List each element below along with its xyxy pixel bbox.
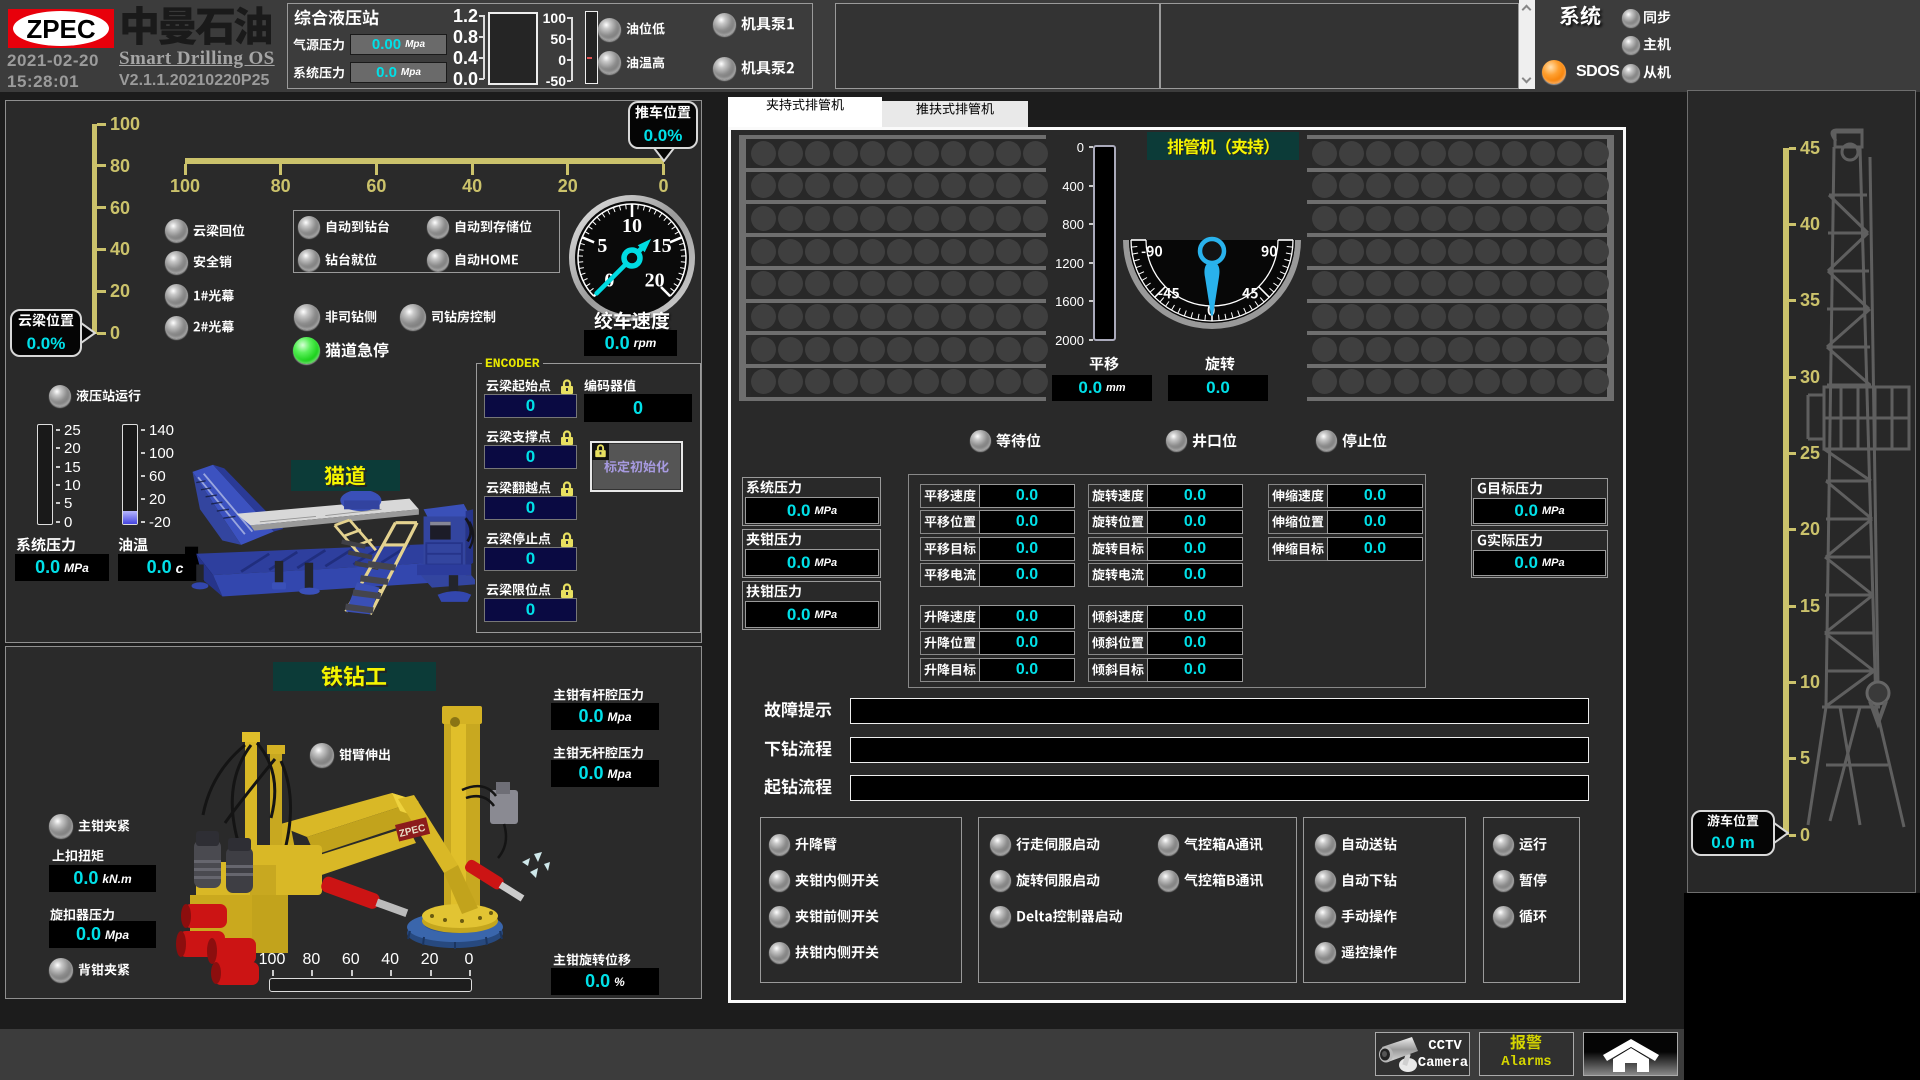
- svg-text:20: 20: [645, 270, 665, 292]
- svg-text:15: 15: [652, 235, 672, 257]
- svg-text:10: 10: [622, 215, 642, 237]
- svg-text:5: 5: [597, 235, 607, 257]
